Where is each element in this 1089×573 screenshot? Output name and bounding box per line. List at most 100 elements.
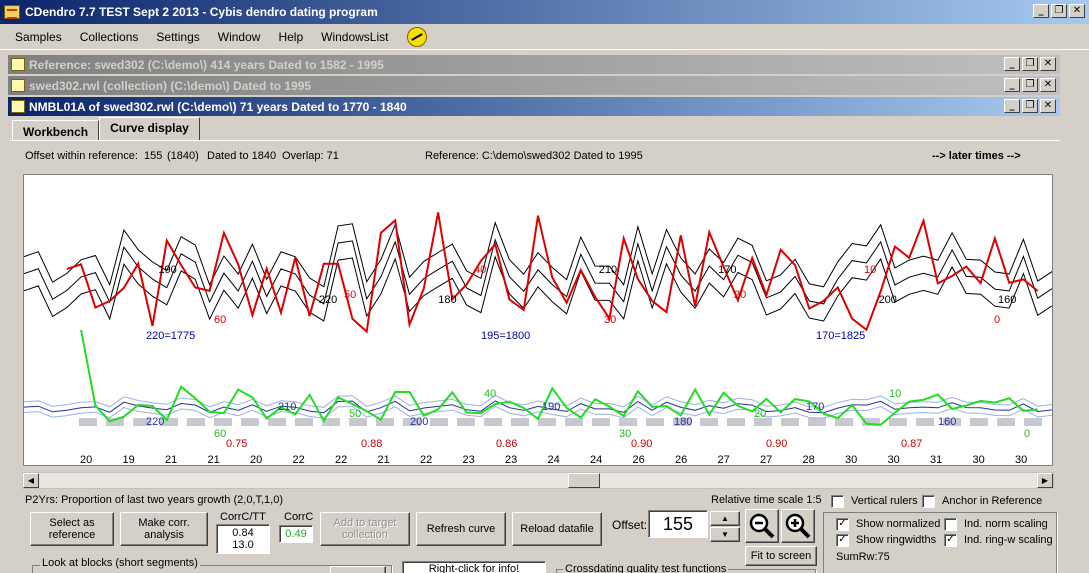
reload-datafile-button[interactable]: Reload datafile: [512, 512, 602, 546]
menu-settings[interactable]: Settings: [147, 30, 208, 44]
segment-block: [727, 418, 745, 426]
curve-chart-svg: 2202102001901801701606050403020100220=17…: [23, 212, 1053, 466]
zoom-in-button[interactable]: [781, 509, 815, 543]
restore-button[interactable]: ❐: [1022, 99, 1038, 113]
reference-year-label: 210: [599, 264, 617, 276]
ind-ring-scaling-checkbox[interactable]: ✓: [944, 534, 957, 547]
offset-value: 155: [144, 150, 163, 162]
menu-help[interactable]: Help: [269, 30, 312, 44]
xaxis-count-label: 30: [845, 454, 857, 465]
ind-norm-scaling-checkbox[interactable]: [944, 518, 957, 531]
restore-button[interactable]: ❐: [1022, 78, 1038, 92]
menu-samples[interactable]: Samples: [6, 30, 71, 44]
segment-block: [430, 418, 448, 426]
tab-workbench[interactable]: Workbench: [12, 120, 100, 141]
offset-input[interactable]: 155: [648, 510, 708, 538]
menu-windowslist[interactable]: WindowsList: [312, 30, 397, 44]
show-normalized-checkbox[interactable]: ✓: [836, 518, 849, 531]
scroll-left-icon[interactable]: ◀: [23, 473, 39, 488]
offset-up-icon[interactable]: ▲: [710, 511, 740, 526]
restore-button[interactable]: ❐: [1022, 57, 1038, 71]
corr-year-label: 0: [1024, 428, 1030, 440]
reference-year-label: 220: [319, 294, 337, 306]
xaxis-count-label: 20: [250, 454, 262, 465]
xaxis-count-label: 21: [208, 454, 220, 465]
segment-block: [214, 418, 232, 426]
tab-curve-display[interactable]: Curve display: [99, 117, 200, 141]
mdi-collection-window[interactable]: swed302.rwl (collection) (C:\demo\) Date…: [8, 76, 1060, 95]
mdi-reference-title: Reference: swed302 (C:\demo\) 414 years …: [29, 57, 384, 72]
quick-action-icon[interactable]: [407, 26, 428, 47]
fit-to-screen-button[interactable]: Fit to screen: [745, 546, 817, 566]
restore-button[interactable]: ❐: [1051, 4, 1067, 18]
add-to-target-collection-button[interactable]: Add to target collection: [320, 512, 410, 546]
menu-bar: Samples Collections Settings Window Help…: [0, 24, 1089, 50]
offset-input-label: Offset:: [612, 518, 648, 532]
corrc-tt-box: 0.84 13.0: [216, 524, 270, 554]
segment-block: [187, 418, 205, 426]
index-year-label: 220: [146, 416, 164, 428]
minimize-button[interactable]: _: [1033, 4, 1049, 18]
year-marker-label: 170=1825: [816, 330, 865, 342]
blocks-button[interactable]: [330, 566, 386, 573]
app-title: CDendro 7.7 TEST Sept 2 2013 - Cybis den…: [25, 5, 378, 19]
mdi-sample-window[interactable]: NMBL01A of swed302.rwl (C:\demo\) 71 yea…: [8, 97, 1060, 116]
segment-block: [79, 418, 97, 426]
dated-to: Dated to 1840: [207, 150, 277, 162]
segment-block: [592, 418, 610, 426]
corr-year-label: 50: [349, 408, 361, 420]
menu-collections[interactable]: Collections: [71, 30, 148, 44]
mdi-reference-window[interactable]: Reference: swed302 (C:\demo\) 414 years …: [8, 55, 1060, 74]
curve-chart[interactable]: 220 210 200 190 180 170 160 60 50 40 30 20 10 0 220=17…: [23, 174, 1053, 466]
sample-year-label: 30: [604, 314, 616, 326]
later-times-link[interactable]: --> later times -->: [932, 150, 1021, 162]
corrc-label: CorrC: [284, 511, 314, 523]
refresh-curve-button[interactable]: Refresh curve: [416, 512, 506, 546]
corrc-tt-value-2: 13.0: [232, 539, 254, 551]
menu-window[interactable]: Window: [209, 30, 270, 44]
segment-block: [295, 418, 313, 426]
corrc-value: 0.49: [279, 525, 313, 543]
scroll-right-icon[interactable]: ▶: [1037, 473, 1053, 488]
mdi-reference-controls: _ ❐ ✕: [1004, 57, 1056, 71]
xaxis-count-label: 21: [378, 454, 390, 465]
horizontal-scrollbar[interactable]: ◀ ▶: [22, 472, 1054, 489]
minimize-button[interactable]: _: [1004, 57, 1020, 71]
scroll-thumb[interactable]: [568, 473, 600, 488]
show-ringwidths-checkbox[interactable]: ✓: [836, 534, 849, 547]
xaxis-count-label: 31: [930, 454, 942, 465]
xaxis-count-label: 19: [123, 454, 135, 465]
xaxis-count-label: 23: [463, 454, 475, 465]
vertical-rulers-checkbox[interactable]: [831, 495, 844, 508]
offset-down-icon[interactable]: ▼: [710, 527, 740, 542]
reference-info: Reference: C:\demo\swed302 Dated to 1995: [425, 150, 643, 162]
corr-year-label: 40: [484, 388, 496, 400]
reference-year-label: 180: [438, 294, 456, 306]
select-as-reference-button[interactable]: Select as reference: [30, 512, 114, 546]
window-controls: _ ❐ ✕: [1033, 4, 1085, 18]
offset-year: (1840): [167, 150, 199, 162]
sample-year-label: 10: [864, 264, 876, 276]
make-corr-analysis-button[interactable]: Make corr. analysis: [120, 512, 208, 546]
zoom-out-button[interactable]: [745, 509, 779, 543]
minimize-button[interactable]: _: [1004, 99, 1020, 113]
right-click-info-box[interactable]: Right-click for info!: [402, 561, 546, 573]
anchor-reference-checkbox[interactable]: [922, 495, 935, 508]
reference-year-label: 200: [879, 294, 897, 306]
segment-block: [241, 418, 259, 426]
close-button[interactable]: ✕: [1069, 4, 1085, 18]
mdi-sample-controls: _ ❐ ✕: [1004, 99, 1056, 113]
index-year-label: 170: [806, 401, 824, 413]
close-button[interactable]: ✕: [1040, 99, 1056, 113]
xaxis-count-label: 20: [80, 454, 92, 465]
xaxis-count-label: 24: [548, 454, 560, 465]
close-button[interactable]: ✕: [1040, 78, 1056, 92]
segment-block: [781, 418, 799, 426]
document-icon: [11, 100, 25, 113]
close-button[interactable]: ✕: [1040, 57, 1056, 71]
segment-block: [565, 418, 583, 426]
xaxis-count-label: 26: [675, 454, 687, 465]
reference-year-label: 160: [998, 294, 1016, 306]
index-year-label: 190: [542, 401, 560, 413]
minimize-button[interactable]: _: [1004, 78, 1020, 92]
